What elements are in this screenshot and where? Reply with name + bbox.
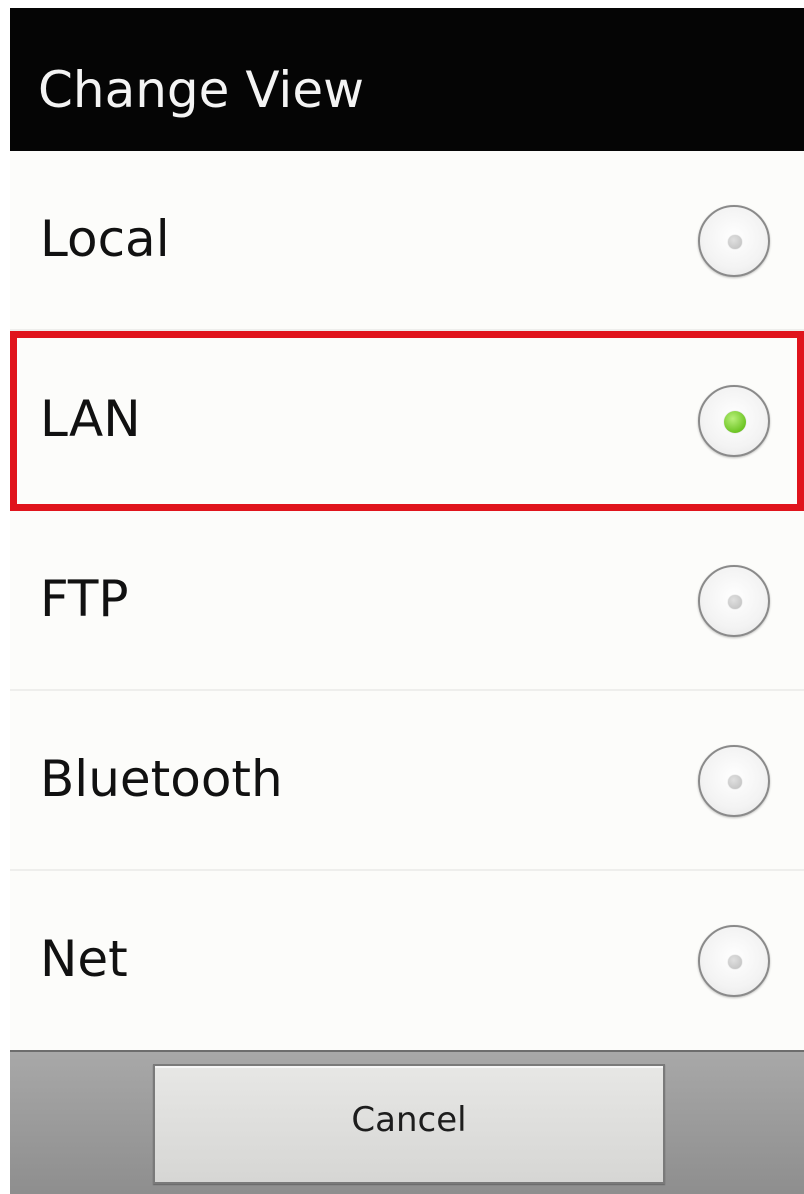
option-label: Bluetooth [40, 750, 283, 808]
radio-dot [728, 775, 742, 789]
dialog-button-bar: Cancel [10, 1050, 804, 1194]
radio-unselected-icon[interactable] [698, 745, 770, 817]
radio-dot [728, 595, 742, 609]
radio-unselected-icon[interactable] [698, 565, 770, 637]
option-label: Net [40, 930, 128, 988]
radio-dot [728, 955, 742, 969]
dialog-title-bar: Change View [10, 8, 804, 151]
radio-dot [724, 411, 746, 433]
radio-unselected-icon[interactable] [698, 925, 770, 997]
cancel-button[interactable]: Cancel [153, 1064, 665, 1184]
option-bluetooth[interactable]: Bluetooth [10, 691, 804, 871]
cancel-button-label: Cancel [351, 1100, 467, 1140]
radio-dot [728, 235, 742, 249]
dialog-title: Change View [38, 61, 364, 119]
radio-selected-icon[interactable] [698, 385, 770, 457]
option-label: Local [40, 210, 170, 268]
option-ftp[interactable]: FTP [10, 511, 804, 691]
option-net[interactable]: Net [10, 871, 804, 1051]
option-label: LAN [40, 390, 141, 448]
radio-unselected-icon[interactable] [698, 205, 770, 277]
option-label: FTP [40, 570, 129, 628]
option-lan[interactable]: LAN [10, 331, 804, 511]
change-view-dialog: Change View Local LAN FTP Bluetooth Net … [0, 0, 804, 1194]
option-local[interactable]: Local [10, 151, 804, 331]
view-options-list: Local LAN FTP Bluetooth Net [10, 151, 804, 1050]
